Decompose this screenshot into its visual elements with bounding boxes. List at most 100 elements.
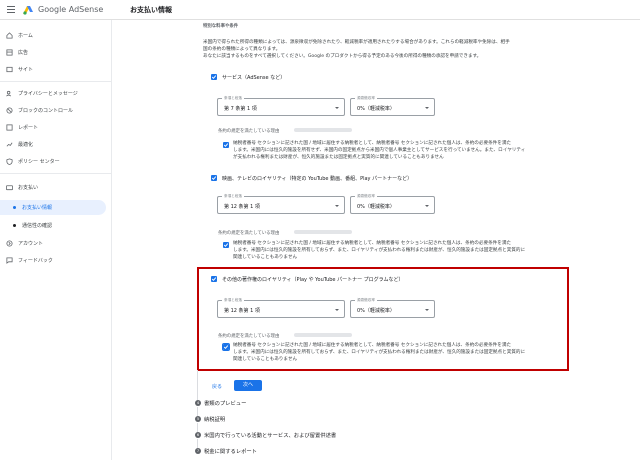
service-treaty-select[interactable]: 条項と段落 第 7 条第 1 項 bbox=[217, 96, 345, 116]
step-label: 書類のプレビュー bbox=[204, 401, 247, 407]
reason-text-line: 関連していることもありません bbox=[233, 255, 298, 260]
check-icon bbox=[211, 277, 217, 281]
step-number: 6 bbox=[195, 432, 201, 438]
field-label: 条項と段落 bbox=[222, 96, 244, 101]
reason-label: 条約の規定を満たしている理由 bbox=[218, 231, 280, 236]
field-label: 源泉徴収率 bbox=[355, 298, 377, 303]
dropdown-arrow-icon bbox=[335, 309, 339, 311]
bullet-icon bbox=[13, 206, 16, 209]
redacted-text bbox=[294, 128, 352, 132]
top-bar: Google AdSense お支払い情報 bbox=[0, 0, 640, 20]
sidebar-item-optimize[interactable]: 最適化 bbox=[0, 137, 106, 152]
film-treaty-select[interactable]: 条項と段落 第 12 条第 1 項 bbox=[217, 194, 345, 214]
sidebar-item-label: ホーム bbox=[18, 33, 33, 39]
check-icon bbox=[223, 243, 229, 247]
dropdown-arrow-icon bbox=[425, 107, 429, 109]
sidebar-item-label: ブロックのコントロール bbox=[18, 108, 74, 114]
copyright-rate-select[interactable]: 源泉徴収率 0%（軽減税率） bbox=[350, 298, 435, 318]
copyright-royalty-checkbox[interactable] bbox=[211, 276, 217, 282]
service-reason-checkbox[interactable] bbox=[223, 142, 229, 148]
select-value: 0%（軽減税率） bbox=[357, 106, 395, 112]
sidebar-item-privacy[interactable]: プライバシーとメッセージ bbox=[0, 86, 106, 101]
account-icon bbox=[6, 240, 13, 247]
reason-text-line: します。米国内には恒久的施設を所有しておらず、また、ロイヤリティが支払われる権利… bbox=[233, 350, 526, 355]
sidebar-item-label: 通信性の確認 bbox=[22, 223, 53, 229]
copyright-reason-checkbox[interactable] bbox=[221, 342, 231, 352]
reason-text-line: 納税者番号 セクションに記された国 / 地域に居住する納税者として、納税者番号 … bbox=[233, 141, 512, 146]
sidebar-item-payment-info[interactable]: お支払い情報 bbox=[0, 200, 106, 215]
step-connector bbox=[197, 439, 198, 448]
step-connector bbox=[197, 423, 198, 432]
sidebar-item-payments[interactable]: お支払い bbox=[0, 180, 106, 195]
intro-text-line: あなたに該当するものをすべて選択してください。Google のプロダクトから得る… bbox=[203, 54, 482, 59]
redacted-text bbox=[294, 230, 352, 234]
sidebar-item-feedback[interactable]: フィードバック bbox=[0, 253, 106, 268]
select-value: 第 7 条第 1 項 bbox=[224, 106, 257, 112]
sidebar: ホーム 広告 サイト プライバシーとメッセージ ブロックのコントロール レポート… bbox=[0, 20, 112, 460]
field-label: 源泉徴収率 bbox=[355, 194, 377, 199]
main-content bbox=[112, 20, 640, 460]
copyright-treaty-select[interactable]: 条項と段落 第 12 条第 1 項 bbox=[217, 298, 345, 318]
copyright-royalty-label: その他の著作権のロイヤリティ（Play や YouTube パートナー プログラ… bbox=[222, 277, 404, 283]
check-icon bbox=[223, 345, 229, 349]
sidebar-item-label: サイト bbox=[18, 67, 34, 73]
sidebar-item-home[interactable]: ホーム bbox=[0, 28, 106, 43]
select-value: 0%（軽減税率） bbox=[357, 204, 395, 210]
sidebar-item-policy[interactable]: ポリシー センター bbox=[0, 154, 106, 169]
service-label: サービス（AdSense など） bbox=[222, 75, 286, 81]
sidebar-item-sites[interactable]: サイト bbox=[0, 62, 106, 77]
redacted-text bbox=[294, 333, 352, 337]
sidebar-divider bbox=[0, 81, 112, 82]
optimize-icon bbox=[6, 142, 13, 147]
service-checkbox[interactable] bbox=[211, 74, 217, 80]
feedback-icon bbox=[6, 257, 13, 264]
film-rate-select[interactable]: 源泉徴収率 0%（軽減税率） bbox=[350, 194, 435, 214]
reason-label: 条約の規定を満たしている理由 bbox=[218, 334, 280, 339]
dropdown-arrow-icon bbox=[425, 309, 429, 311]
film-royalty-checkbox[interactable] bbox=[211, 175, 217, 181]
field-label: 条項と段落 bbox=[222, 194, 244, 199]
sidebar-item-label: フィードバック bbox=[18, 258, 53, 264]
menu-icon[interactable] bbox=[7, 6, 15, 13]
home-icon bbox=[6, 32, 13, 39]
sidebar-item-label: プライバシーとメッセージ bbox=[18, 91, 78, 97]
service-rate-select[interactable]: 源泉徴収率 0%（軽減税率） bbox=[350, 96, 435, 116]
section-title: 特別な料率や条件 bbox=[203, 24, 239, 29]
policy-icon bbox=[6, 158, 13, 165]
next-button[interactable]: 次へ bbox=[234, 380, 262, 391]
reason-text-line: 納税者番号 セクションに記された国 / 地域に居住する納税者として、納税者番号 … bbox=[233, 343, 512, 348]
select-value: 0%（軽減税率） bbox=[357, 308, 395, 314]
block-icon bbox=[6, 107, 13, 114]
field-label: 源泉徴収率 bbox=[355, 96, 377, 101]
reason-text-line: します。米国内には恒久的施設を所有しておらず、また、ロイヤリティが支払われる権利… bbox=[233, 248, 526, 253]
film-reason-checkbox[interactable] bbox=[223, 242, 229, 248]
intro-text-line: 国の条約の種類によって異なります。 bbox=[203, 47, 281, 52]
check-icon bbox=[223, 143, 229, 147]
step-number: 7 bbox=[195, 448, 201, 454]
sidebar-item-label: お支払い bbox=[18, 185, 39, 191]
reason-text-line: 関連していることもありません bbox=[233, 357, 298, 362]
sidebar-item-ads[interactable]: 広告 bbox=[0, 45, 106, 60]
step-us-activities: 6 米国内で行っている活動とサービス、および留置供述書 bbox=[195, 432, 336, 439]
sites-icon bbox=[6, 66, 13, 73]
film-royalty-label: 映画、テレビのロイヤリティ（特定の YouTube 動画、番組、Play パート… bbox=[222, 176, 413, 182]
select-value: 第 12 条第 1 項 bbox=[224, 204, 260, 210]
reason-text-line: 納税者番号 セクションに記された国 / 地域に居住する納税者として、納税者番号 … bbox=[233, 241, 512, 246]
intro-text-line: 米国内で得られた所得の種類によっては、源泉徴収が免除されたり、軽減税率が適用され… bbox=[203, 40, 510, 45]
sidebar-item-reports[interactable]: レポート bbox=[0, 120, 106, 135]
sidebar-item-block[interactable]: ブロックのコントロール bbox=[0, 103, 106, 118]
step-tax-report: 7 税金に関するレポート bbox=[195, 448, 257, 455]
privacy-icon bbox=[6, 90, 12, 97]
sidebar-item-label: ポリシー センター bbox=[18, 159, 60, 165]
sidebar-item-account[interactable]: アカウント bbox=[0, 236, 106, 251]
page-title: お支払い情報 bbox=[130, 6, 172, 14]
step-connector bbox=[197, 407, 198, 416]
select-value: 第 12 条第 1 項 bbox=[224, 308, 260, 314]
back-button[interactable]: 戻る bbox=[212, 383, 222, 390]
reason-text-line: が支払われる権利または財産が、恒久的施設または固定拠点と実質的に関連していること… bbox=[233, 155, 444, 160]
check-icon bbox=[211, 75, 217, 79]
adsense-logo-icon bbox=[23, 6, 33, 15]
step-label: 米国内で行っている活動とサービス、および留置供述書 bbox=[204, 433, 337, 439]
dropdown-arrow-icon bbox=[425, 205, 429, 207]
sidebar-item-verification[interactable]: 通信性の確認 bbox=[0, 218, 106, 233]
